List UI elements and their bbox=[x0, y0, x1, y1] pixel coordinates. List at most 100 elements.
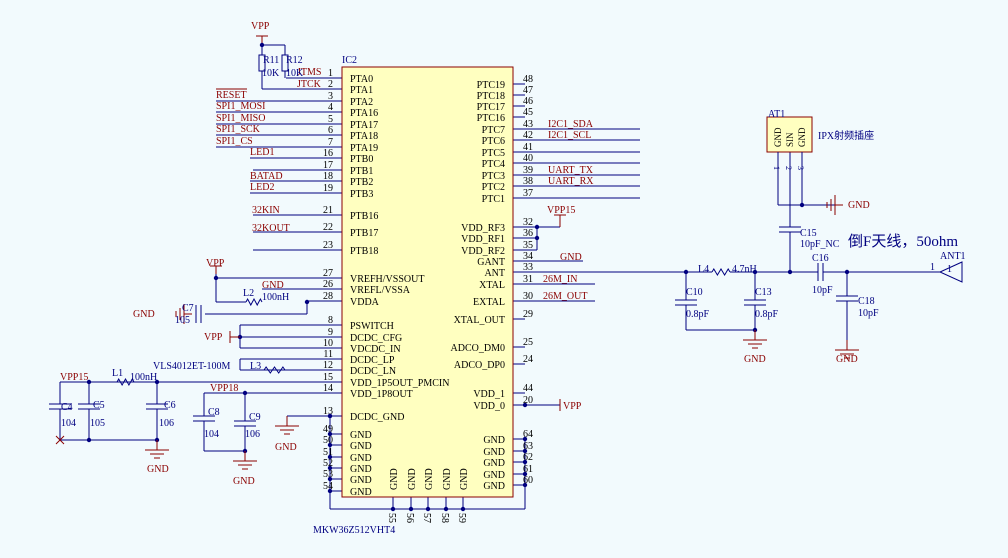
power-label: VPP15 bbox=[60, 372, 88, 383]
pin-number: 54 bbox=[323, 481, 333, 492]
pin-name: VREFH/VSSOUT bbox=[350, 274, 424, 285]
pin-number: 23 bbox=[323, 240, 333, 251]
pin-number: 45 bbox=[523, 107, 533, 118]
pin-number: 40 bbox=[523, 153, 533, 164]
pin-number: 53 bbox=[323, 469, 333, 480]
pin-number: 4 bbox=[328, 102, 333, 113]
component-label: 10pF bbox=[858, 308, 879, 319]
pin-name: VDD_1P5OUT_PMCIN bbox=[350, 378, 449, 389]
pin-name: VDD_0 bbox=[473, 401, 505, 412]
junction-dot bbox=[86, 437, 92, 443]
component-label: C18 bbox=[858, 296, 875, 307]
pin-number: 6 bbox=[328, 125, 333, 136]
connector-pin-name: GND bbox=[797, 127, 807, 147]
component-label: 1 bbox=[947, 264, 952, 275]
pin-name: PTA19 bbox=[350, 143, 378, 154]
component-label: L1 bbox=[112, 368, 123, 379]
net-label: I2C1_SCL bbox=[548, 130, 591, 141]
ic2-designator: IC2 bbox=[342, 55, 357, 66]
component-label: C6 bbox=[164, 400, 176, 411]
power-label: GND bbox=[133, 309, 155, 320]
component-label: R12 bbox=[286, 55, 303, 66]
pin-name: VDD_RF1 bbox=[461, 234, 505, 245]
net-label: I2C1_SDA bbox=[548, 119, 594, 130]
pin-name: VREFL/VSSA bbox=[350, 285, 411, 296]
component-label: 10K bbox=[286, 68, 304, 79]
net-label: JTCK bbox=[297, 79, 322, 90]
pin-number: 22 bbox=[323, 222, 333, 233]
inductor bbox=[711, 268, 731, 276]
pin-name: PTC17 bbox=[477, 102, 505, 113]
pin-name: VDD_1P8OUT bbox=[350, 389, 413, 400]
component-label: 105 bbox=[90, 418, 105, 429]
pin-name: PTC18 bbox=[477, 91, 505, 102]
pin-name: PTB2 bbox=[350, 177, 373, 188]
component-label: 10K bbox=[262, 68, 280, 79]
power-label: VPP15 bbox=[547, 205, 575, 216]
connector-pin-name: SIN bbox=[785, 132, 795, 147]
component-label: C5 bbox=[93, 400, 105, 411]
power-label: GND bbox=[744, 354, 766, 365]
pin-name: GND bbox=[459, 468, 470, 490]
power-label: VPP bbox=[206, 258, 225, 269]
component-label: ANT1 bbox=[940, 251, 966, 262]
component-label: C10 bbox=[686, 287, 703, 298]
pin-name: PTB16 bbox=[350, 211, 378, 222]
pin-number: 13 bbox=[323, 406, 333, 417]
pin-name: DCDC_GND bbox=[350, 412, 404, 423]
power-label: GND bbox=[560, 252, 582, 263]
pin-name: DCDC_LN bbox=[350, 366, 396, 377]
component-label: 106 bbox=[245, 429, 260, 440]
pin-name: GND bbox=[350, 464, 372, 475]
net-label: RESET bbox=[216, 90, 247, 101]
net-label: 32KOUT bbox=[252, 223, 290, 234]
connector-pin-name: GND bbox=[773, 127, 783, 147]
pin-number: 25 bbox=[523, 337, 533, 348]
pin-number: 15 bbox=[323, 372, 333, 383]
component-label: 1 bbox=[930, 262, 935, 273]
pin-number: 3 bbox=[328, 91, 333, 102]
pin-number: 18 bbox=[323, 171, 333, 182]
pin-name: PTA0 bbox=[350, 74, 373, 85]
net-label: LED1 bbox=[250, 147, 274, 158]
component-label: 0.8pF bbox=[755, 309, 779, 320]
pin-name: PTA18 bbox=[350, 131, 378, 142]
schematic: IC2 MKW36Z512VHT4 倒F天线，50ohm PTA0 1 PTA1 2 P… bbox=[49, 21, 966, 536]
pin-number: 34 bbox=[523, 251, 533, 262]
pin-name: PTC1 bbox=[482, 194, 505, 205]
power-label: VPP bbox=[204, 332, 223, 343]
pin-name: PTC4 bbox=[482, 159, 505, 170]
pin-name: VDDA bbox=[350, 297, 380, 308]
antenna-note: 倒F天线，50ohm bbox=[848, 233, 958, 250]
pin-name: PTC2 bbox=[482, 182, 505, 193]
pin-name: GND bbox=[424, 468, 435, 490]
pin-name: PTB0 bbox=[350, 154, 373, 165]
component-label: 3 bbox=[796, 166, 805, 170]
net-label: BATAD bbox=[250, 171, 283, 182]
pin-number: 16 bbox=[323, 148, 333, 159]
component-label: 0.8pF bbox=[686, 309, 710, 320]
pin-name: PTA2 bbox=[350, 97, 373, 108]
pin-number: 26 bbox=[323, 279, 333, 290]
pin-number: 47 bbox=[523, 85, 533, 96]
inductor bbox=[245, 297, 263, 307]
pin-name: GND bbox=[350, 453, 372, 464]
pin-number: 55 bbox=[386, 513, 397, 523]
pin-name: DCDC_LP bbox=[350, 355, 395, 366]
net-label: 26M_OUT bbox=[543, 291, 587, 302]
component-label: C7 bbox=[182, 303, 194, 314]
pin-name: PTA17 bbox=[350, 120, 378, 131]
power-label: GND bbox=[275, 442, 297, 453]
pin-name: GANT bbox=[477, 257, 505, 268]
net-label: 32KIN bbox=[252, 205, 280, 216]
component-label: 2 bbox=[784, 166, 793, 170]
pin-number: 33 bbox=[523, 262, 533, 273]
pin-number: 58 bbox=[439, 513, 450, 523]
pin-number: 52 bbox=[323, 458, 333, 469]
pin-name: PTB3 bbox=[350, 189, 373, 200]
pin-number: 8 bbox=[328, 315, 333, 326]
component-label: C8 bbox=[208, 407, 220, 418]
pin-number: 28 bbox=[323, 291, 333, 302]
pin-name: GND bbox=[350, 441, 372, 452]
component-label: 4.7nH bbox=[732, 264, 757, 275]
